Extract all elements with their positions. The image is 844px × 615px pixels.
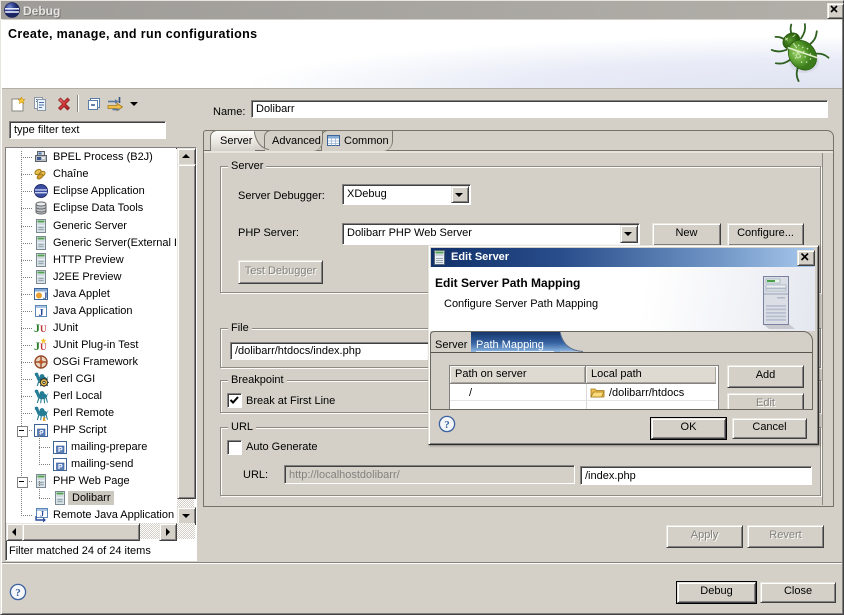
svg-text:?: ? [444,419,450,431]
svg-text:?: ? [15,587,21,599]
